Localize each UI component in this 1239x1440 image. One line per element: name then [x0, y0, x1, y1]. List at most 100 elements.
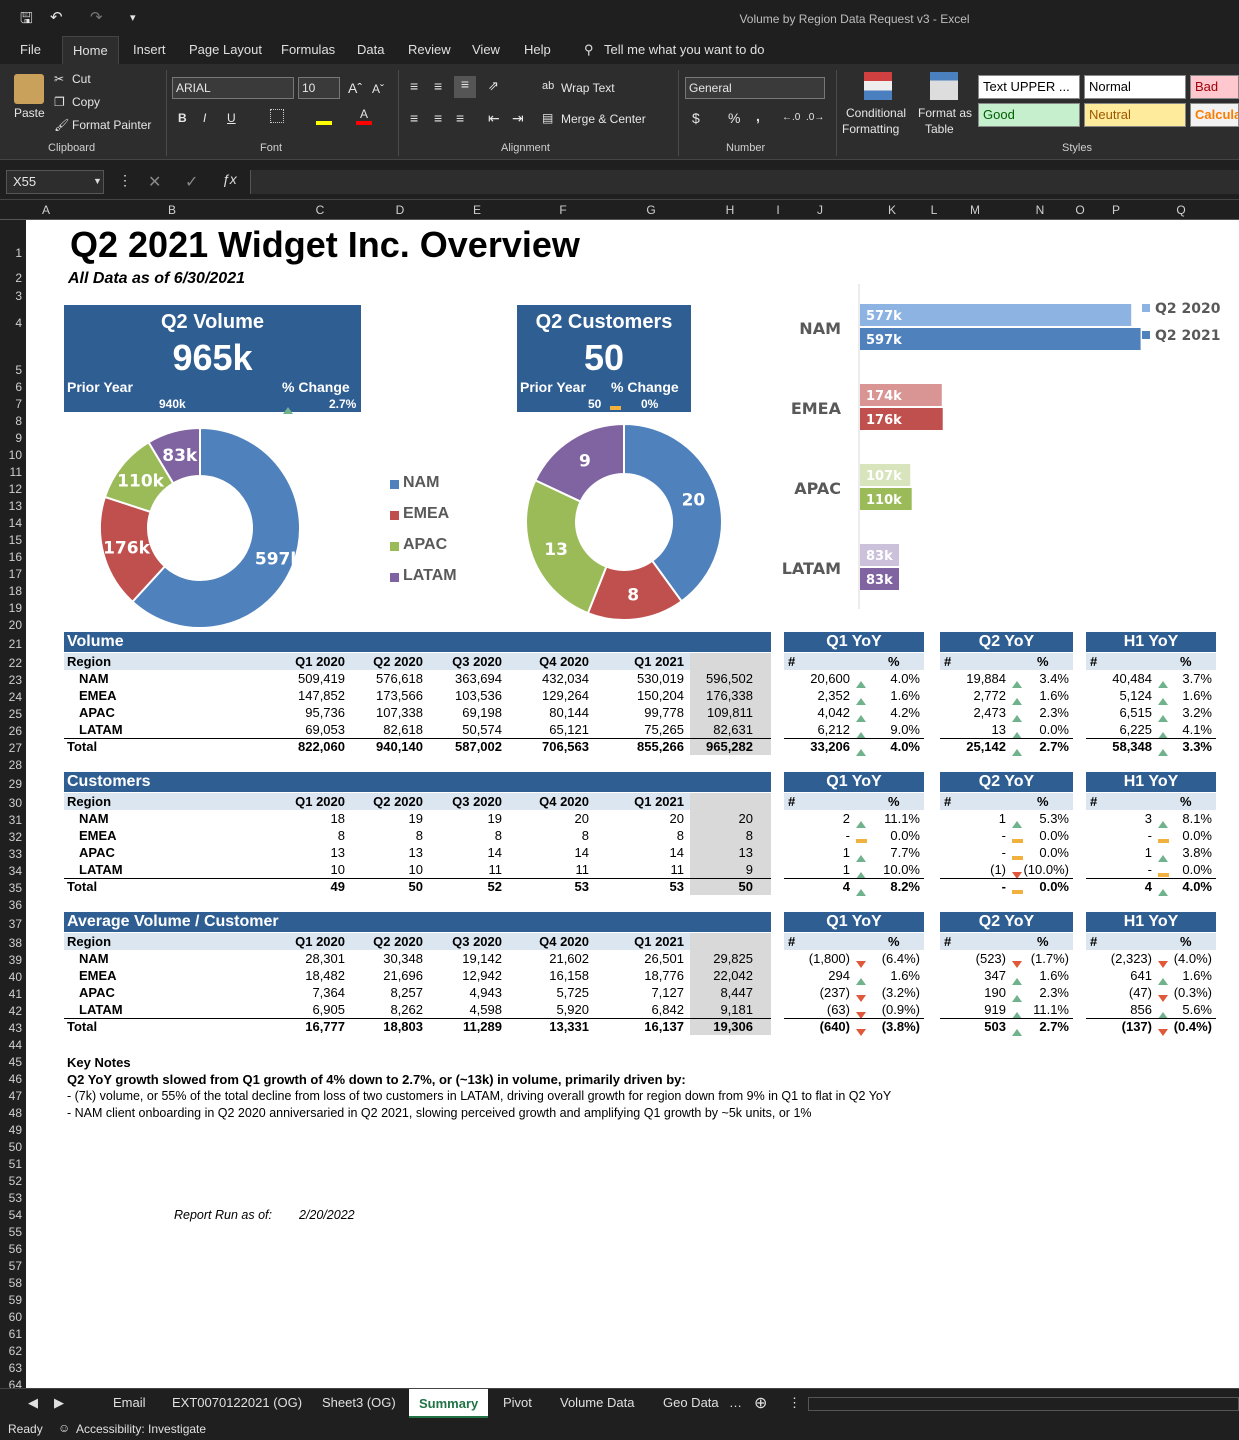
- column-header[interactable]: M: [970, 203, 980, 217]
- row-header[interactable]: 46: [9, 1072, 22, 1086]
- sheet-tab-volume-data[interactable]: Volume Data: [560, 1395, 634, 1410]
- orientation-icon[interactable]: ⇗: [488, 78, 499, 94]
- row-header[interactable]: 17: [9, 567, 22, 581]
- row-header[interactable]: 30: [9, 796, 22, 810]
- font-size-select[interactable]: 10: [298, 77, 340, 99]
- row-header[interactable]: 42: [9, 1004, 22, 1018]
- format-painter-icon[interactable]: 🖌: [54, 118, 69, 132]
- column-header[interactable]: N: [1036, 203, 1045, 217]
- scroll-tabs-right-icon[interactable]: ▶: [54, 1395, 64, 1411]
- style-neutral[interactable]: Neutral: [1084, 103, 1186, 127]
- tab-file[interactable]: File: [10, 36, 51, 64]
- tab-home[interactable]: Home: [62, 36, 119, 64]
- row-header[interactable]: 26: [9, 724, 22, 738]
- sheet-tab-summary[interactable]: Summary: [409, 1389, 489, 1418]
- row-header[interactable]: 62: [9, 1344, 22, 1358]
- row-header[interactable]: 47: [9, 1089, 22, 1103]
- row-header[interactable]: 36: [9, 898, 22, 912]
- sheet-tab-email[interactable]: Email: [113, 1395, 146, 1410]
- bold-button[interactable]: B: [178, 111, 187, 125]
- column-header[interactable]: P: [1112, 203, 1120, 217]
- column-header[interactable]: Q: [1176, 203, 1185, 217]
- sheet-tab-sheet3[interactable]: Sheet3 (OG): [322, 1395, 396, 1410]
- row-header[interactable]: 61: [9, 1327, 22, 1341]
- row-header[interactable]: 15: [9, 533, 22, 547]
- row-header[interactable]: 39: [9, 953, 22, 967]
- sheet-tab-pivot[interactable]: Pivot: [503, 1395, 532, 1410]
- row-header[interactable]: 10: [9, 448, 22, 462]
- row-header[interactable]: 32: [9, 830, 22, 844]
- row-header[interactable]: 35: [9, 881, 22, 895]
- name-box[interactable]: X55: [6, 170, 104, 194]
- tell-me-search[interactable]: Tell me what you want to do: [594, 36, 774, 64]
- style-good[interactable]: Good: [978, 103, 1080, 127]
- align-bottom-icon[interactable]: ≡: [454, 76, 476, 98]
- row-header[interactable]: 53: [9, 1191, 22, 1205]
- row-header[interactable]: 43: [9, 1021, 22, 1035]
- row-header[interactable]: 31: [9, 813, 22, 827]
- row-header[interactable]: 5: [15, 363, 22, 377]
- row-header[interactable]: 12: [9, 482, 22, 496]
- row-header[interactable]: 49: [9, 1123, 22, 1137]
- percent-button[interactable]: %: [728, 110, 740, 126]
- copy-icon[interactable]: ❐: [54, 95, 65, 109]
- column-header[interactable]: C: [316, 203, 325, 217]
- row-header[interactable]: 57: [9, 1259, 22, 1273]
- row-header[interactable]: 58: [9, 1276, 22, 1290]
- tab-data[interactable]: Data: [347, 36, 394, 64]
- row-header[interactable]: 23: [9, 673, 22, 687]
- row-header[interactable]: 25: [9, 707, 22, 721]
- increase-font-icon[interactable]: Aˆ: [348, 80, 362, 96]
- row-header[interactable]: 33: [9, 847, 22, 861]
- more-options-icon[interactable]: ⋮: [788, 1395, 801, 1411]
- sheet-tab-geo-data[interactable]: Geo Data: [663, 1395, 719, 1410]
- bar-nam-1[interactable]: [860, 328, 1141, 350]
- align-right-icon[interactable]: ≡: [456, 110, 464, 126]
- row-header[interactable]: 2: [15, 271, 22, 285]
- row-header[interactable]: 3: [15, 289, 22, 303]
- row-header[interactable]: 14: [9, 516, 22, 530]
- increase-indent-icon[interactable]: ⇥: [512, 110, 524, 127]
- tab-formulas[interactable]: Formulas: [271, 36, 345, 64]
- fill-color-icon[interactable]: [316, 107, 332, 125]
- accessibility-icon[interactable]: ☺: [58, 1421, 70, 1435]
- row-header[interactable]: 19: [9, 601, 22, 615]
- wrap-text-icon[interactable]: ab: [542, 80, 554, 92]
- underline-button[interactable]: U: [227, 111, 236, 125]
- horizontal-scrollbar[interactable]: [808, 1397, 1239, 1411]
- formula-input[interactable]: [250, 170, 1239, 194]
- scroll-tabs-left-icon[interactable]: ◀: [28, 1395, 38, 1411]
- merge-center-button[interactable]: Merge & Center: [561, 112, 646, 126]
- column-header[interactable]: O: [1075, 203, 1084, 217]
- row-header[interactable]: 29: [9, 777, 22, 791]
- row-header[interactable]: 8: [15, 414, 22, 428]
- column-header[interactable]: H: [726, 203, 735, 217]
- decrease-indent-icon[interactable]: ⇤: [488, 110, 500, 127]
- row-header[interactable]: 41: [9, 987, 22, 1001]
- column-header[interactable]: K: [888, 203, 896, 217]
- column-header[interactable]: E: [473, 203, 481, 217]
- column-header[interactable]: D: [396, 203, 405, 217]
- row-header[interactable]: 27: [9, 741, 22, 755]
- row-header[interactable]: 20: [9, 618, 22, 632]
- font-name-select[interactable]: ARIAL: [172, 77, 294, 99]
- italic-button[interactable]: I: [203, 111, 206, 125]
- row-header[interactable]: 38: [9, 936, 22, 950]
- column-header[interactable]: L: [931, 203, 938, 217]
- row-header[interactable]: 37: [9, 917, 22, 931]
- number-format-select[interactable]: General: [685, 77, 825, 99]
- style-normal[interactable]: Normal: [1084, 75, 1186, 99]
- cut-icon[interactable]: ✂: [54, 72, 64, 86]
- row-header[interactable]: 45: [9, 1055, 22, 1069]
- column-header[interactable]: I: [776, 203, 779, 217]
- row-header[interactable]: 7: [15, 397, 22, 411]
- conditional-formatting-button[interactable]: Conditional: [846, 106, 906, 120]
- tab-insert[interactable]: Insert: [123, 36, 176, 64]
- row-header[interactable]: 28: [9, 758, 22, 772]
- row-header[interactable]: 54: [9, 1208, 22, 1222]
- volume-donut-chart[interactable]: 597k 176k 110k 83k: [90, 418, 310, 638]
- column-header[interactable]: F: [559, 203, 566, 217]
- region-bar-chart[interactable]: NAM 577k 597k EMEA 174k 176k APAC 107k 110k LATAM…: [746, 284, 1236, 614]
- wrap-text-button[interactable]: Wrap Text: [561, 81, 615, 95]
- row-header[interactable]: 51: [9, 1157, 22, 1171]
